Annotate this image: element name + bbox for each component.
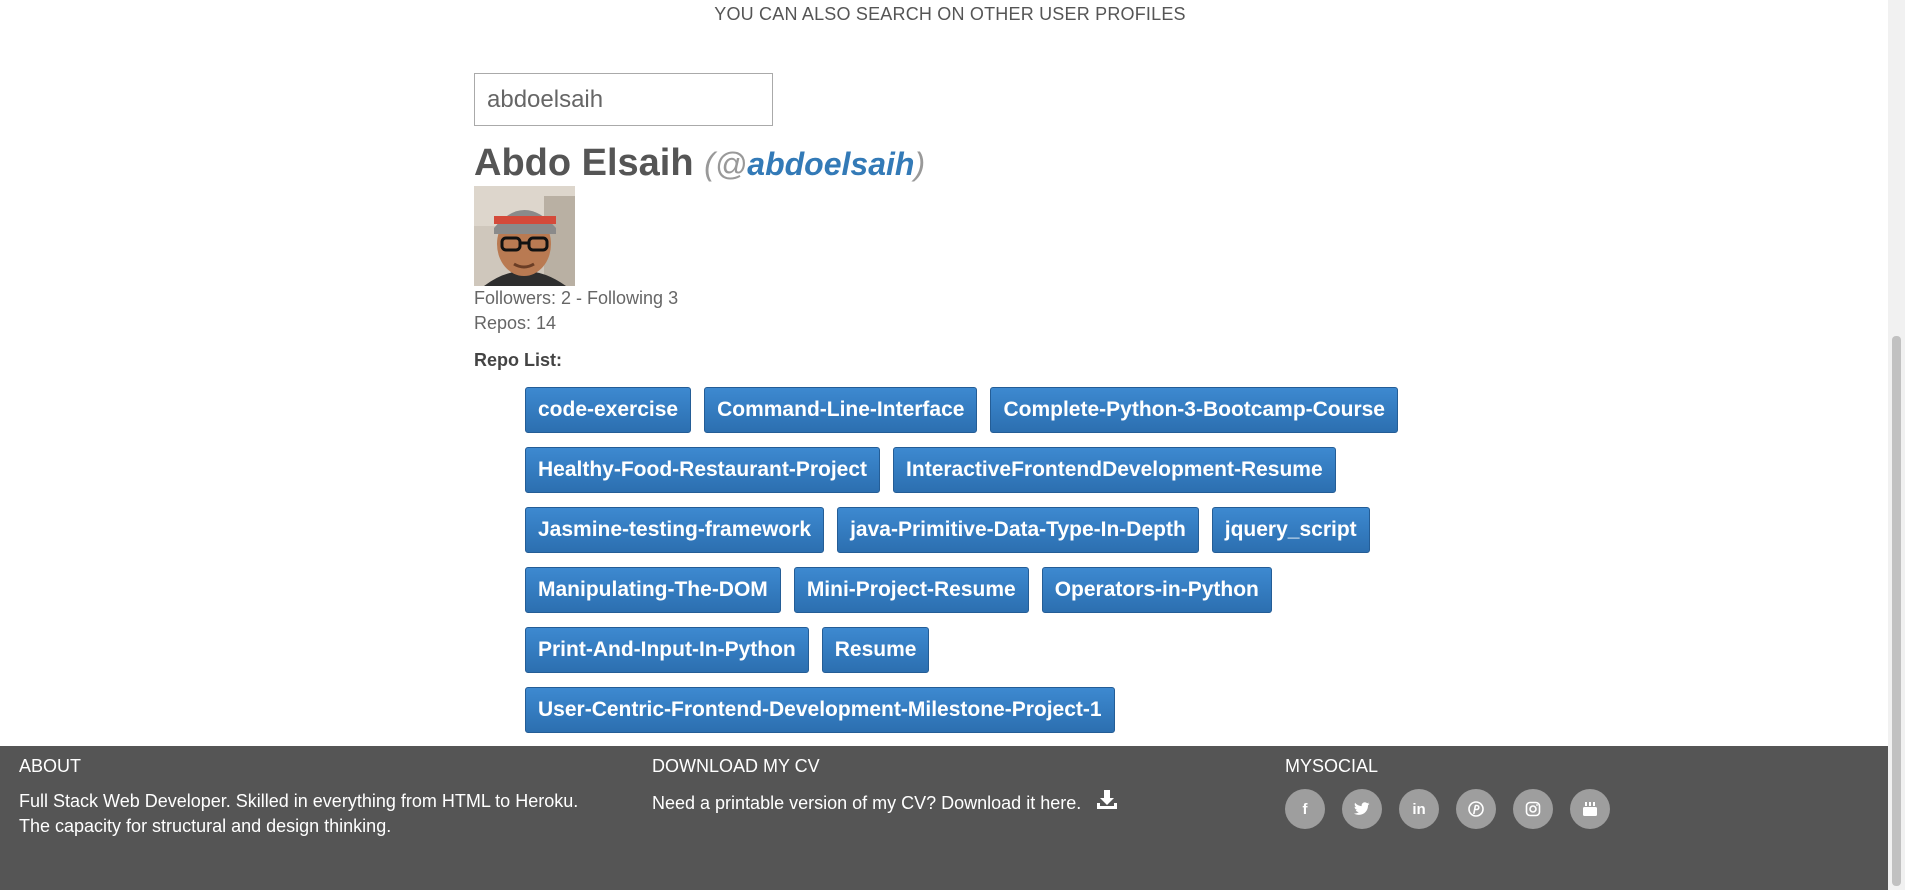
profile-handle-link[interactable]: abdoelsaih: [747, 146, 914, 182]
repo-button[interactable]: User-Centric-Frontend-Development-Milest…: [525, 687, 1115, 733]
about-text: Full Stack Web Developer. Skilled in eve…: [19, 791, 579, 836]
handle-open-paren: (@: [704, 146, 748, 182]
scrollbar-thumb[interactable]: [1892, 336, 1901, 886]
repo-list-label: Repo List:: [474, 350, 562, 370]
cv-title: DOWNLOAD MY CV: [652, 756, 820, 776]
footer-download-cv: DOWNLOAD MY CV Need a printable version …: [652, 756, 1212, 818]
facebook-icon[interactable]: f: [1285, 789, 1325, 829]
youtube-icon[interactable]: [1570, 789, 1610, 829]
pinterest-icon[interactable]: [1456, 789, 1496, 829]
repo-button[interactable]: Command-Line-Interface: [704, 387, 978, 433]
vertical-scrollbar[interactable]: [1888, 0, 1905, 890]
social-title: MYSOCIAL: [1285, 756, 1379, 776]
page-content: YOU CAN ALSO SEARCH ON OTHER USER PROFIL…: [0, 0, 1888, 890]
profile-full-name: Abdo Elsaih: [474, 142, 694, 184]
repo-button[interactable]: Mini-Project-Resume: [793, 567, 1029, 613]
twitter-icon[interactable]: [1342, 789, 1382, 829]
repo-button[interactable]: Jasmine-testing-framework: [525, 507, 825, 553]
followers-following-count: Followers: 2 - Following 3: [474, 288, 679, 308]
repo-list: code-exercise Command-Line-Interface Com…: [525, 387, 1405, 733]
avatar[interactable]: [474, 186, 575, 286]
repo-button[interactable]: jquery_script: [1211, 507, 1370, 553]
cv-text-row: Need a printable version of my CV? Downl…: [652, 789, 1212, 818]
repo-button[interactable]: code-exercise: [525, 387, 692, 433]
repo-button[interactable]: java-Primitive-Data-Type-In-Depth: [837, 507, 1199, 553]
social-links: f in: [1285, 789, 1610, 829]
repo-button[interactable]: InteractiveFrontendDevelopment-Resume: [893, 447, 1336, 493]
footer-about: ABOUT Full Stack Web Developer. Skilled …: [19, 756, 609, 839]
repo-button[interactable]: Complete-Python-3-Bootcamp-Course: [990, 387, 1398, 433]
cv-text: Need a printable version of my CV? Downl…: [652, 793, 1082, 813]
linkedin-icon[interactable]: in: [1399, 789, 1439, 829]
repo-button[interactable]: Operators-in-Python: [1041, 567, 1272, 613]
handle-close-paren: ): [914, 146, 926, 182]
repo-button[interactable]: Print-And-Input-In-Python: [525, 627, 809, 673]
username-search-input[interactable]: [474, 73, 773, 126]
download-icon[interactable]: [1096, 789, 1118, 818]
instagram-icon[interactable]: [1513, 789, 1553, 829]
footer: ABOUT Full Stack Web Developer. Skilled …: [0, 746, 1888, 890]
about-title: ABOUT: [19, 756, 82, 776]
user-avatar-photo-icon: [474, 186, 575, 286]
profile-name: Abdo Elsaih (@abdoelsaih): [474, 142, 925, 185]
repo-button[interactable]: Healthy-Food-Restaurant-Project: [525, 447, 881, 493]
search-heading: YOU CAN ALSO SEARCH ON OTHER USER PROFIL…: [714, 4, 1186, 24]
repos-count: Repos: 14: [474, 313, 557, 333]
repo-button[interactable]: Resume: [821, 627, 930, 673]
footer-social: MYSOCIAL f in: [1285, 756, 1610, 829]
repo-button[interactable]: Manipulating-The-DOM: [525, 567, 781, 613]
